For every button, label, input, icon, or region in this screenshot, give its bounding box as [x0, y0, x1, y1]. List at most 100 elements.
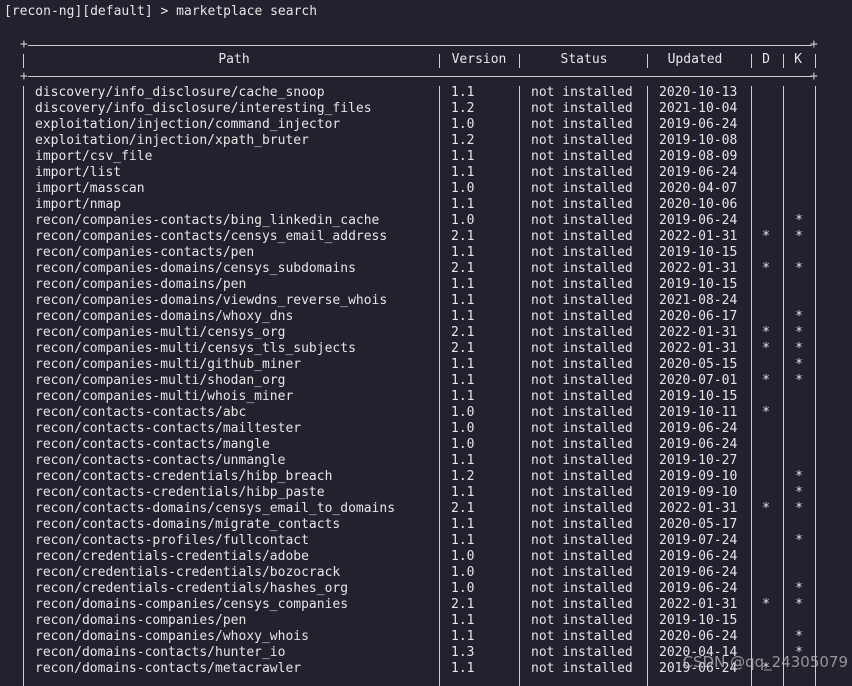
cell-d — [752, 357, 780, 373]
column-separator — [647, 86, 648, 686]
column-separator — [23, 54, 24, 68]
cell-version: 1.1 — [451, 613, 475, 628]
cell-path: recon/contacts-contacts/abc — [35, 405, 247, 420]
column-separator — [815, 54, 816, 68]
cell-status: not installed — [531, 533, 633, 548]
cell-version: 1.1 — [451, 629, 475, 644]
cell-version: 1.1 — [451, 149, 475, 164]
cell-status: not installed — [531, 501, 633, 516]
cell-version: 2.1 — [451, 597, 475, 612]
cell-d — [752, 485, 780, 501]
cell-version: 1.1 — [451, 357, 475, 372]
cell-d — [752, 453, 780, 469]
cell-status: not installed — [531, 469, 633, 484]
cell-version: 1.1 — [451, 485, 475, 500]
cell-updated: 2020-10-13 — [659, 85, 738, 100]
cell-path: recon/companies-domains/viewdns_reverse_… — [35, 293, 388, 308]
cell-path: recon/companies-domains/whoxy_dns — [35, 309, 294, 324]
cell-k — [784, 549, 814, 565]
cell-d — [752, 309, 780, 325]
cell-path: import/list — [35, 165, 122, 180]
cell-path: recon/companies-multi/github_miner — [35, 357, 302, 372]
cell-version: 1.2 — [451, 101, 475, 116]
table-corner: + — [20, 69, 28, 84]
cell-status: not installed — [531, 293, 633, 308]
cell-updated: 2019-07-24 — [659, 533, 738, 548]
cell-k: * — [795, 213, 803, 228]
cell-k — [784, 85, 814, 101]
cell-k — [784, 517, 814, 533]
cell-updated: 2020-04-07 — [659, 181, 738, 196]
cell-version: 1.1 — [451, 165, 475, 180]
cell-k: * — [795, 533, 803, 548]
cell-path: recon/credentials-credentials/adobe — [35, 549, 309, 564]
cell-d: * — [762, 229, 770, 244]
cell-k: * — [795, 229, 803, 244]
cell-path: recon/contacts-contacts/unmangle — [35, 453, 286, 468]
cell-path: import/csv_file — [35, 149, 153, 164]
table-corner: + — [20, 37, 28, 52]
cell-updated: 2020-10-06 — [659, 197, 738, 212]
cell-path: recon/domains-companies/whoxy_whois — [35, 629, 309, 644]
cell-path: recon/domains-contacts/hunter_io — [35, 645, 286, 660]
cell-updated: 2022-01-31 — [659, 501, 738, 516]
cell-path: recon/companies-multi/censys_tls_subject… — [35, 341, 356, 356]
cell-d — [752, 101, 780, 117]
cell-status: not installed — [531, 197, 633, 212]
cell-d — [752, 117, 780, 133]
cell-status: not installed — [531, 421, 633, 436]
cell-version: 1.0 — [451, 213, 475, 228]
cell-status: not installed — [531, 101, 633, 116]
cell-updated: 2019-09-10 — [659, 469, 738, 484]
cell-d — [752, 133, 780, 149]
table-corner: + — [810, 69, 818, 84]
cell-status: not installed — [531, 229, 633, 244]
cell-k — [784, 565, 814, 581]
cell-version: 1.3 — [451, 645, 475, 660]
cell-updated: 2020-05-15 — [659, 357, 738, 372]
cell-status: not installed — [531, 149, 633, 164]
cell-path: recon/companies-contacts/pen — [35, 245, 255, 260]
cell-status: not installed — [531, 373, 633, 388]
cell-path: recon/contacts-domains/migrate_contacts — [35, 517, 341, 532]
cell-status: not installed — [531, 85, 633, 100]
cell-path: recon/companies-domains/pen — [35, 277, 247, 292]
cell-d — [752, 533, 780, 549]
cell-k: * — [795, 373, 803, 388]
cell-version: 1.1 — [451, 453, 475, 468]
cell-d: * — [762, 373, 770, 388]
cell-updated: 2019-06-24 — [659, 549, 738, 564]
cell-path: discovery/info_disclosure/interesting_fi… — [35, 101, 372, 116]
cell-status: not installed — [531, 357, 633, 372]
marketplace-table: + + Path Version Status Updated D K + + … — [0, 0, 852, 686]
cell-status: not installed — [531, 645, 633, 660]
cell-status: not installed — [531, 453, 633, 468]
cell-d — [752, 277, 780, 293]
cell-updated: 2022-01-31 — [659, 597, 738, 612]
cell-k: * — [795, 357, 803, 372]
cell-updated: 2022-01-31 — [659, 261, 738, 276]
cell-updated: 2019-10-27 — [659, 453, 738, 468]
cell-version: 1.1 — [451, 85, 475, 100]
cell-k: * — [795, 309, 803, 324]
column-header-version: Version — [451, 52, 507, 67]
header-bottom-rule — [28, 76, 812, 77]
cell-version: 1.0 — [451, 565, 475, 580]
cell-updated: 2022-01-31 — [659, 229, 738, 244]
cell-k — [784, 453, 814, 469]
cell-d: * — [762, 325, 770, 340]
column-header-path: Path — [218, 52, 250, 67]
cell-path: recon/companies-multi/censys_org — [35, 325, 286, 340]
cell-version: 2.1 — [451, 341, 475, 356]
column-separator — [519, 54, 520, 68]
cell-updated: 2019-06-24 — [659, 437, 738, 452]
cell-k — [784, 181, 814, 197]
cell-status: not installed — [531, 261, 633, 276]
cell-d — [752, 613, 780, 629]
cell-d — [752, 181, 780, 197]
cell-k: * — [795, 581, 803, 596]
cell-d — [752, 149, 780, 165]
cell-path: recon/credentials-credentials/hashes_org — [35, 581, 349, 596]
cell-status: not installed — [531, 517, 633, 532]
cell-version: 2.1 — [451, 325, 475, 340]
